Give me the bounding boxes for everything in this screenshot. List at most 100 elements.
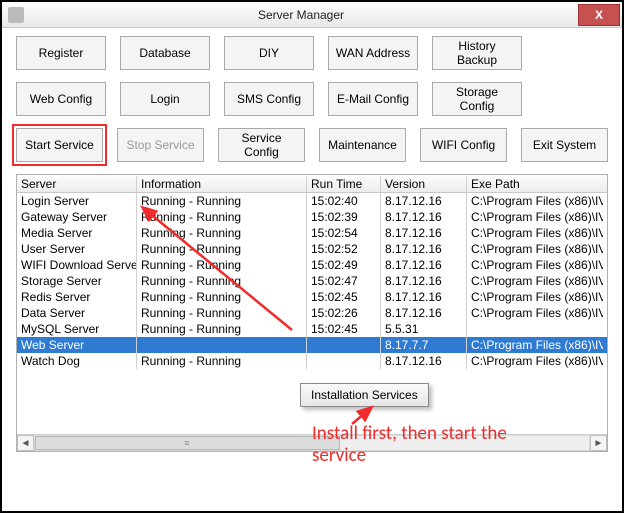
- table-cell: 8.17.7.7: [381, 337, 467, 353]
- table-cell: [137, 337, 307, 353]
- table-cell: C:\Program Files (x86)\IVM: [467, 193, 603, 209]
- table-cell: [307, 353, 381, 369]
- button-row-2: Web Config Login SMS Config E-Mail Confi…: [16, 82, 608, 116]
- table-cell: 15:02:39: [307, 209, 381, 225]
- grip-icon: ≡: [184, 438, 190, 448]
- button-row-3: Start Service Stop Service Service Confi…: [16, 128, 608, 162]
- table-cell: Running - Running: [137, 305, 307, 321]
- table-cell: Running - Running: [137, 289, 307, 305]
- close-button[interactable]: X: [578, 4, 620, 26]
- storage-config-button[interactable]: Storage Config: [432, 82, 522, 116]
- table-cell: 8.17.12.16: [381, 289, 467, 305]
- table-cell: C:\Program Files (x86)\IVM: [467, 353, 603, 369]
- table-row[interactable]: Watch DogRunning - Running8.17.12.16C:\P…: [17, 353, 607, 369]
- table-cell: 15:02:47: [307, 273, 381, 289]
- table-cell: C:\Program Files (x86)\IVM: [467, 273, 603, 289]
- button-row-1: Register Database DIY WAN Address Histor…: [16, 36, 608, 70]
- table-row[interactable]: Login ServerRunning - Running15:02:408.1…: [17, 193, 607, 209]
- window-frame: Server Manager X Register Database DIY W…: [0, 0, 624, 513]
- stop-service-button: Stop Service: [117, 128, 204, 162]
- window-title: Server Manager: [24, 8, 578, 22]
- table-cell: Running - Running: [137, 241, 307, 257]
- table-cell: 15:02:49: [307, 257, 381, 273]
- table-cell: Running - Running: [137, 209, 307, 225]
- table-row[interactable]: User ServerRunning - Running15:02:528.17…: [17, 241, 607, 257]
- table-cell: Data Server: [17, 305, 137, 321]
- table-cell: 15:02:52: [307, 241, 381, 257]
- wifi-config-button[interactable]: WIFI Config: [420, 128, 507, 162]
- table-cell: 8.17.12.16: [381, 241, 467, 257]
- login-button[interactable]: Login: [120, 82, 210, 116]
- table-cell: [467, 321, 603, 337]
- table-cell: 8.17.12.16: [381, 257, 467, 273]
- titlebar: Server Manager X: [2, 2, 622, 28]
- table-row[interactable]: Gateway ServerRunning - Running15:02:398…: [17, 209, 607, 225]
- table-row[interactable]: Data ServerRunning - Running15:02:268.17…: [17, 305, 607, 321]
- table-cell: C:\Program Files (x86)\IVM: [467, 257, 603, 273]
- table-cell: 8.17.12.16: [381, 353, 467, 369]
- history-backup-button[interactable]: History Backup: [432, 36, 522, 70]
- table-cell: 15:02:54: [307, 225, 381, 241]
- table-cell: Running - Running: [137, 193, 307, 209]
- email-config-button[interactable]: E-Mail Config: [328, 82, 418, 116]
- table-cell: 5.5.31: [381, 321, 467, 337]
- col-version[interactable]: Version: [381, 176, 467, 192]
- table-cell: 15:02:45: [307, 321, 381, 337]
- table-cell: C:\Program Files (x86)\IVM: [467, 289, 603, 305]
- table-body: Login ServerRunning - Running15:02:408.1…: [17, 193, 607, 369]
- table-row[interactable]: Storage ServerRunning - Running15:02:478…: [17, 273, 607, 289]
- col-runtime[interactable]: Run Time: [307, 176, 381, 192]
- table-cell: 8.17.12.16: [381, 273, 467, 289]
- table-row[interactable]: Web Server 8.17.7.7C:\Program Files (x86)…: [17, 337, 607, 353]
- table-cell: Login Server: [17, 193, 137, 209]
- table-cell: Web Server: [17, 337, 137, 353]
- exit-system-button[interactable]: Exit System: [521, 128, 608, 162]
- app-icon: [8, 7, 24, 23]
- servers-table[interactable]: Server Information Run Time Version Exe …: [16, 174, 608, 452]
- table-cell: Gateway Server: [17, 209, 137, 225]
- table-row[interactable]: WIFI Download ServerRunning - Running15:…: [17, 257, 607, 273]
- table-cell: MySQL Server: [17, 321, 137, 337]
- annotation-text: Install first, then start the service: [312, 423, 562, 467]
- table-cell: 15:02:45: [307, 289, 381, 305]
- scroll-left-button[interactable]: ◄: [17, 435, 34, 451]
- database-button[interactable]: Database: [120, 36, 210, 70]
- table-cell: Media Server: [17, 225, 137, 241]
- col-server[interactable]: Server: [17, 176, 137, 192]
- table-cell: 15:02:40: [307, 193, 381, 209]
- start-service-button[interactable]: Start Service: [16, 128, 103, 162]
- table-cell: C:\Program Files (x86)\IVM: [467, 225, 603, 241]
- wan-address-button[interactable]: WAN Address: [328, 36, 418, 70]
- installation-services-menu-item[interactable]: Installation Services: [300, 383, 429, 407]
- table-cell: Storage Server: [17, 273, 137, 289]
- register-button[interactable]: Register: [16, 36, 106, 70]
- table-header-row: Server Information Run Time Version Exe …: [17, 175, 607, 193]
- table-cell: 8.17.12.16: [381, 193, 467, 209]
- web-config-button[interactable]: Web Config: [16, 82, 106, 116]
- table-cell: C:\Program Files (x86)\IVM: [467, 305, 603, 321]
- table-cell: [307, 337, 381, 353]
- table-cell: 15:02:26: [307, 305, 381, 321]
- table-cell: Redis Server: [17, 289, 137, 305]
- col-exepath[interactable]: Exe Path: [467, 176, 603, 192]
- table-cell: User Server: [17, 241, 137, 257]
- table-cell: Running - Running: [137, 225, 307, 241]
- col-information[interactable]: Information: [137, 176, 307, 192]
- scroll-right-button[interactable]: ►: [590, 435, 607, 451]
- table-cell: WIFI Download Server: [17, 257, 137, 273]
- table-row[interactable]: Media ServerRunning - Running15:02:548.1…: [17, 225, 607, 241]
- sms-config-button[interactable]: SMS Config: [224, 82, 314, 116]
- diy-button[interactable]: DIY: [224, 36, 314, 70]
- service-config-button[interactable]: Service Config: [218, 128, 305, 162]
- table-cell: Running - Running: [137, 321, 307, 337]
- table-cell: 8.17.12.16: [381, 209, 467, 225]
- scroll-thumb[interactable]: ≡: [35, 436, 340, 450]
- table-cell: C:\Program Files (x86)\IVM: [467, 209, 603, 225]
- table-cell: C:\Program Files (x86)\IVM: [467, 241, 603, 257]
- close-icon: X: [595, 8, 603, 22]
- table-row[interactable]: MySQL ServerRunning - Running15:02:455.5…: [17, 321, 607, 337]
- table-row[interactable]: Redis ServerRunning - Running15:02:458.1…: [17, 289, 607, 305]
- table-cell: C:\Program Files (x86)\IVM: [467, 337, 603, 353]
- maintenance-button[interactable]: Maintenance: [319, 128, 406, 162]
- table-cell: Watch Dog: [17, 353, 137, 369]
